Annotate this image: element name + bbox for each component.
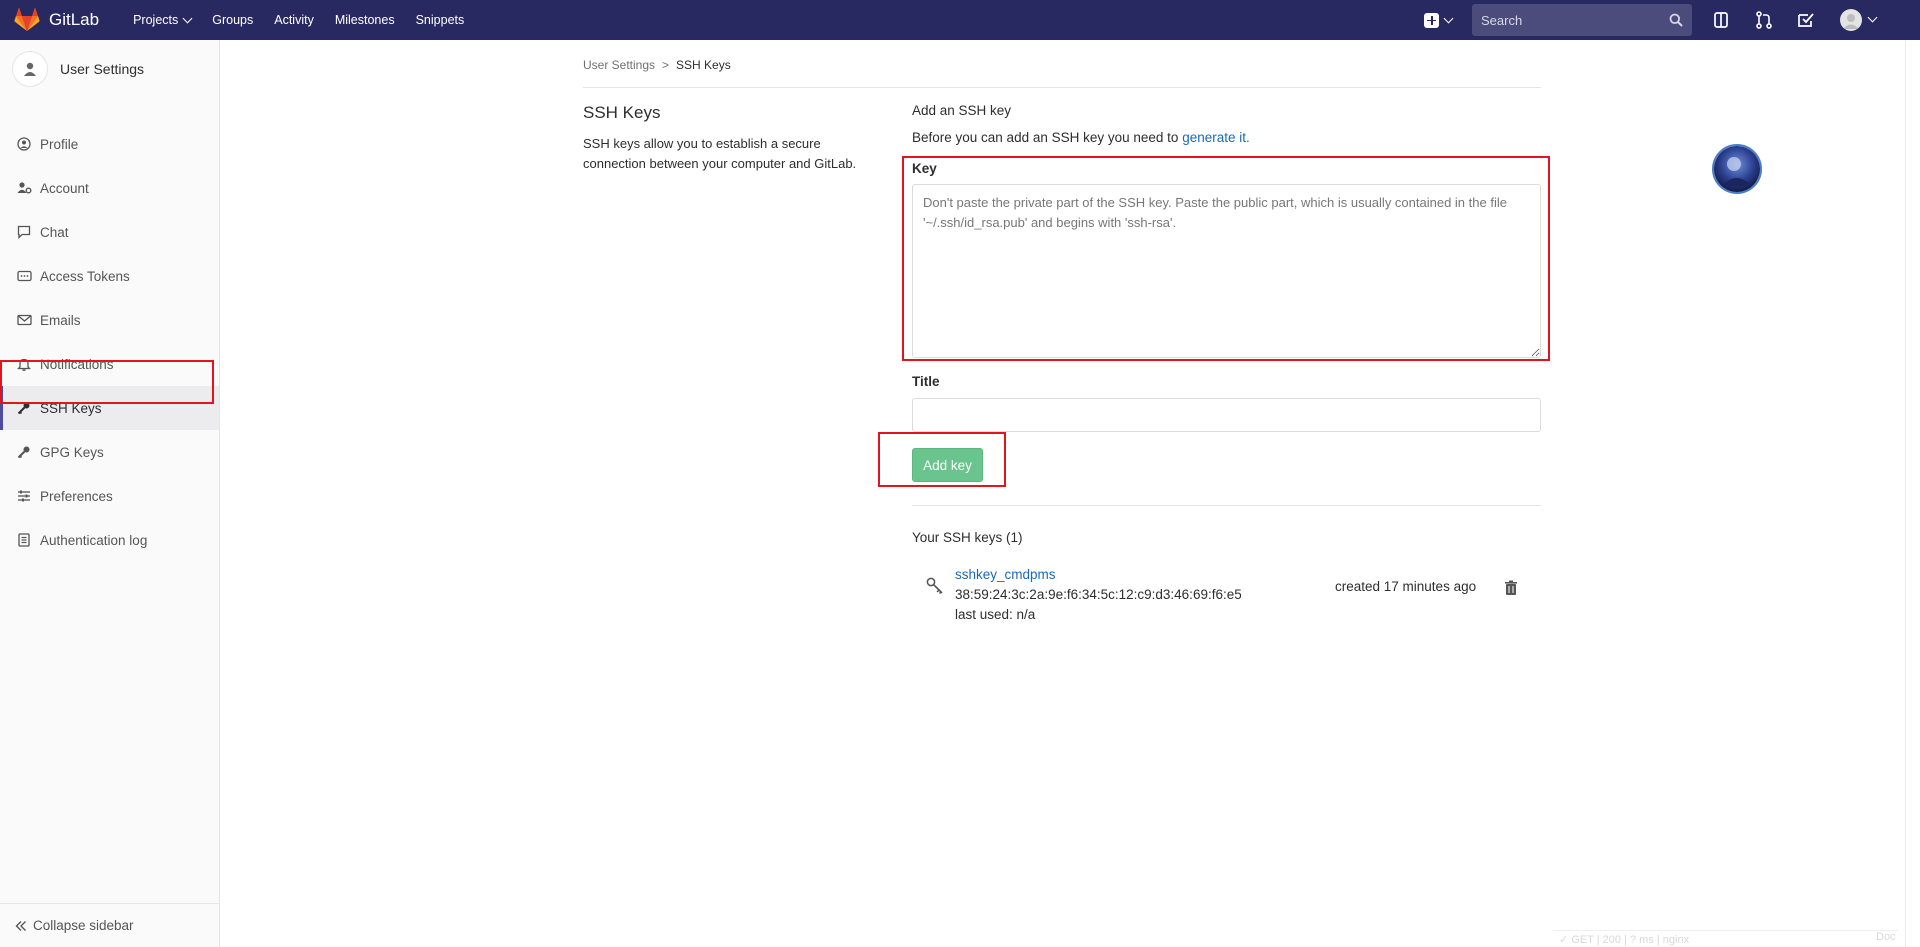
- user-avatar-icon: [12, 51, 48, 87]
- chevron-down-icon[interactable]: [1867, 12, 1878, 23]
- nav-milestones[interactable]: Milestones: [335, 13, 395, 27]
- search-box[interactable]: [1472, 4, 1692, 36]
- chevron-down-icon: [1443, 13, 1454, 23]
- collapse-sidebar-label: Collapse sidebar: [33, 918, 134, 933]
- sidebar-item-label: GPG Keys: [40, 444, 104, 460]
- title-field-label: Title: [912, 374, 940, 389]
- ssh-key-name-link[interactable]: sshkey_cmdpms: [955, 567, 1056, 582]
- add-key-intro-text: Before you can add an SSH key you need t…: [912, 130, 1179, 145]
- sidebar-item-label: Emails: [40, 312, 81, 328]
- merge-requests-icon[interactable]: [1754, 10, 1774, 30]
- page-title: SSH Keys: [583, 103, 661, 122]
- sidebar-item-label: SSH Keys: [40, 400, 102, 416]
- breadcrumb-current[interactable]: SSH Keys: [676, 58, 731, 72]
- your-ssh-keys-heading: Your SSH keys (1): [912, 530, 1023, 545]
- floating-avatar[interactable]: [1712, 144, 1762, 194]
- divider: [912, 505, 1541, 506]
- sidebar-item-label: Preferences: [40, 488, 113, 504]
- nav-snippets[interactable]: Snippets: [416, 13, 465, 27]
- divider: [583, 87, 1541, 88]
- trash-icon[interactable]: [1504, 580, 1518, 596]
- settings-sidebar: User Settings Profile Account Chat Acces…: [0, 40, 220, 947]
- nav-projects-label: Projects: [133, 13, 179, 27]
- nav-activity-label: Activity: [274, 13, 314, 27]
- gitlab-logo-icon: [14, 8, 40, 31]
- sidebar-item-chat[interactable]: Chat: [0, 210, 219, 254]
- key-textarea[interactable]: [912, 184, 1541, 358]
- breadcrumb-separator: >: [662, 58, 670, 72]
- performance-doc-link[interactable]: Doc: [1876, 931, 1896, 943]
- key-icon: [16, 444, 32, 460]
- sidebar-item-account[interactable]: Account: [0, 166, 219, 210]
- account-icon: [16, 180, 32, 196]
- nav-groups-label: Groups: [212, 13, 254, 27]
- ssh-key-fingerprint: 38:59:24:3c:2a:9e:f6:34:5c:12:c9:d3:46:6…: [955, 587, 1242, 602]
- sliders-icon: [16, 488, 32, 504]
- add-key-button[interactable]: Add key: [912, 448, 983, 482]
- ssh-key-list-item: sshkey_cmdpms 38:59:24:3c:2a:9e:f6:34:5c…: [912, 566, 1541, 632]
- nav-projects[interactable]: Projects: [133, 13, 193, 27]
- scrollbar[interactable]: [1905, 40, 1920, 947]
- sidebar-item-label: Profile: [40, 136, 79, 152]
- profile-icon: [16, 136, 32, 152]
- nav-snippets-label: Snippets: [415, 13, 465, 27]
- new-dropdown-button[interactable]: [1424, 0, 1460, 40]
- page-description: SSH keys allow you to establish a secure…: [583, 136, 857, 171]
- chevron-down-icon: [182, 13, 193, 23]
- key-icon: [926, 577, 943, 595]
- title-input[interactable]: [912, 398, 1541, 432]
- chat-icon: [16, 224, 32, 240]
- breadcrumb: User Settings > SSH Keys: [583, 58, 731, 72]
- sidebar-item-label: Authentication log: [40, 532, 148, 548]
- sidebar-header[interactable]: User Settings: [0, 40, 219, 98]
- plus-icon: [1424, 12, 1439, 28]
- search-icon: [1669, 13, 1683, 27]
- ssh-key-last-used: last used: n/a: [955, 607, 1036, 622]
- breadcrumb-parent[interactable]: User Settings: [583, 58, 655, 72]
- sidebar-item-profile[interactable]: Profile: [0, 122, 219, 166]
- top-navbar: GitLab Projects Groups Activity Mileston…: [0, 0, 1920, 40]
- email-icon: [16, 312, 32, 328]
- log-icon: [16, 532, 32, 548]
- add-key-heading: Add an SSH key: [912, 103, 1012, 118]
- access-tokens-icon: [16, 268, 32, 284]
- collapse-sidebar-button[interactable]: Collapse sidebar: [0, 903, 219, 947]
- double-chevron-left-icon: [15, 920, 26, 931]
- sidebar-item-authentication-log[interactable]: Authentication log: [0, 518, 219, 562]
- sidebar-item-preferences[interactable]: Preferences: [0, 474, 219, 518]
- gitlab-home-link[interactable]: GitLab: [14, 0, 99, 40]
- sidebar-item-ssh-keys[interactable]: SSH Keys: [0, 386, 219, 430]
- key-icon: [16, 400, 32, 416]
- performance-bar: ✓ GET | 200 | ? ms | nginx: [1553, 930, 1898, 947]
- sidebar-item-label: Account: [40, 180, 89, 196]
- key-field-label: Key: [912, 161, 937, 176]
- sidebar-item-notifications[interactable]: Notifications: [0, 342, 219, 386]
- sidebar-title: User Settings: [60, 61, 145, 77]
- search-input[interactable]: [1481, 12, 1661, 28]
- sidebar-item-gpg-keys[interactable]: GPG Keys: [0, 430, 219, 474]
- nav-activity[interactable]: Activity: [274, 13, 314, 27]
- sidebar-item-label: Access Tokens: [40, 268, 130, 284]
- brand-name: GitLab: [49, 10, 100, 29]
- todos-icon[interactable]: [1796, 10, 1816, 30]
- issues-icon[interactable]: [1711, 10, 1731, 30]
- generate-it-link[interactable]: generate it.: [1182, 130, 1250, 145]
- ssh-key-created: created 17 minutes ago: [1335, 579, 1477, 594]
- add-key-intro: Before you can add an SSH key you need t…: [912, 130, 1250, 145]
- sidebar-item-emails[interactable]: Emails: [0, 298, 219, 342]
- sidebar-item-label: Notifications: [40, 356, 114, 372]
- sidebar-item-access-tokens[interactable]: Access Tokens: [0, 254, 219, 298]
- nav-groups[interactable]: Groups: [212, 13, 253, 27]
- nav-milestones-label: Milestones: [334, 13, 395, 27]
- user-avatar[interactable]: [1840, 9, 1862, 31]
- sidebar-item-label: Chat: [40, 224, 69, 240]
- bell-icon: [16, 356, 32, 372]
